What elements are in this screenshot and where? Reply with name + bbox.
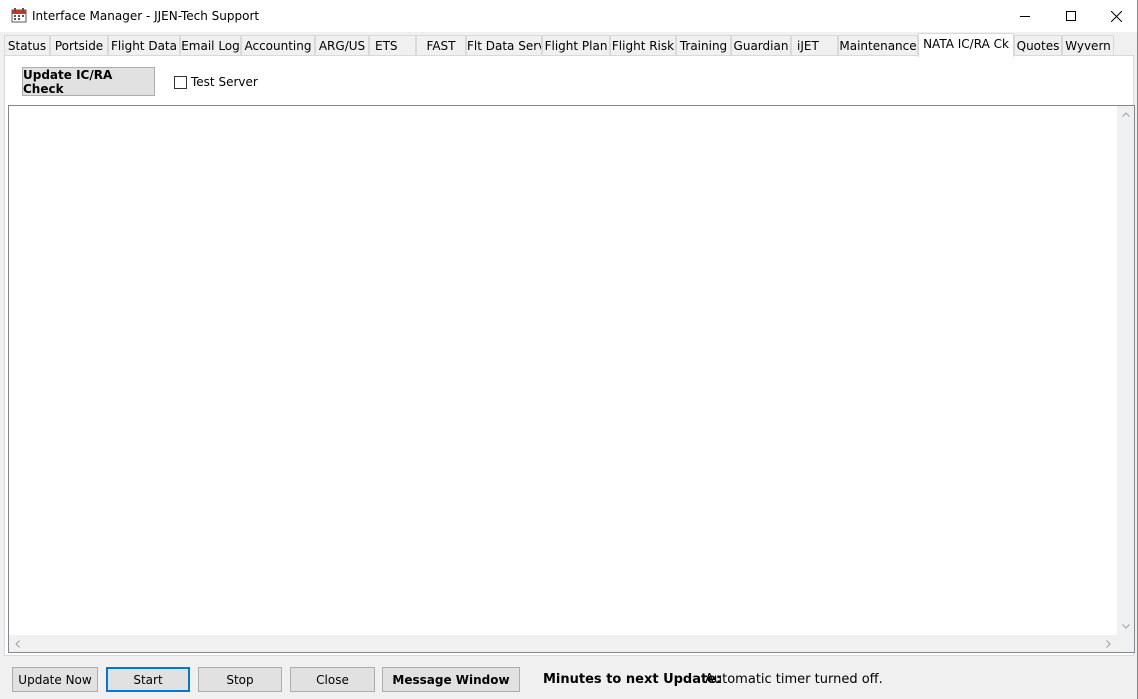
scroll-down-icon[interactable] [1117,618,1134,635]
vertical-scrollbar[interactable] [1117,106,1134,635]
horizontal-scrollbar[interactable] [9,635,1117,652]
tab-flight-data[interactable]: Flight Data [108,35,180,55]
tab-flt-data-serv[interactable]: Flt Data Serv [466,35,542,55]
minimize-icon [1020,16,1030,17]
close-window-button[interactable] [1093,0,1138,32]
close-icon [1110,10,1122,22]
title-bar[interactable]: Interface Manager - JJEN-Tech Support [0,0,1137,32]
test-server-label: Test Server [191,75,258,89]
minimize-button[interactable] [1002,0,1048,32]
tab-label: NATA IC/RA Ck [923,37,1009,51]
tab-portside[interactable]: Portside [50,35,108,55]
tab-email-log[interactable]: Email Log [180,35,241,55]
tab-strip: Status Portside Flight Data Email Log Ac… [4,33,1134,57]
tab-label: Training [679,39,728,53]
tab-label: Maintenance [839,39,917,53]
maximize-button[interactable] [1048,0,1094,32]
tab-status[interactable]: Status [4,35,50,55]
tab-label: Wyvern [1065,39,1111,53]
app-calendar-icon [11,8,27,23]
tab-fast[interactable]: FAST [416,35,466,55]
tab-label: Status [7,39,47,53]
tab-training[interactable]: Training [676,35,731,55]
tab-label: Guardian [733,39,789,53]
tab-arg-us[interactable]: ARG/US [315,35,369,55]
tab-label: Flight Risk [611,39,675,53]
start-button[interactable]: Start [106,667,190,692]
tab-panel-nata-icra: Update IC/RA Check Test Server [4,55,1135,656]
update-now-button[interactable]: Update Now [12,667,98,692]
tab-label: Flight Plan [544,39,608,53]
tab-label: Flight Data [111,39,177,53]
tab-maintenance[interactable]: Maintenance [838,35,918,55]
output-text-area[interactable] [8,105,1135,653]
test-server-option[interactable]: Test Server [174,75,258,89]
tab-label: Flt Data Serv [467,39,542,53]
scroll-corner [1117,635,1134,652]
tab-ets[interactable]: ETS [369,35,416,55]
scroll-right-icon[interactable] [1100,635,1117,652]
tab-label: Portside [54,39,104,53]
message-window-button[interactable]: Message Window [382,667,520,692]
tab-label: ARG/US [318,39,366,53]
window-title: Interface Manager - JJEN-Tech Support [32,9,260,23]
close-button[interactable]: Close [290,667,375,692]
minutes-to-next-update-label: Minutes to next Update: [543,672,722,687]
update-icra-check-button[interactable]: Update IC/RA Check [22,67,155,96]
scroll-left-icon[interactable] [9,635,26,652]
test-server-checkbox[interactable] [174,75,187,89]
tab-nata-icra-ck[interactable]: NATA IC/RA Ck [918,33,1014,57]
tab-label: ETS [375,39,398,53]
tab-quotes[interactable]: Quotes [1014,35,1062,55]
stop-button[interactable]: Stop [198,667,282,692]
maximize-icon [1066,11,1076,21]
tab-label: FAST [426,39,456,53]
main-window: Interface Manager - JJEN-Tech Support St… [0,0,1138,699]
tab-label: iJET [797,39,819,53]
tab-label: Email Log [181,39,240,53]
timer-status-text: Automatic timer turned off. [705,672,883,687]
tab-ijet[interactable]: iJET [791,35,838,55]
scroll-up-icon[interactable] [1117,106,1134,123]
tab-guardian[interactable]: Guardian [731,35,791,55]
tab-flight-plan[interactable]: Flight Plan [542,35,610,55]
tab-label: Quotes [1016,39,1060,53]
tab-wyvern[interactable]: Wyvern [1062,35,1114,55]
tab-flight-risk[interactable]: Flight Risk [610,35,676,55]
tab-label: Accounting [244,39,312,53]
tab-accounting[interactable]: Accounting [241,35,315,55]
